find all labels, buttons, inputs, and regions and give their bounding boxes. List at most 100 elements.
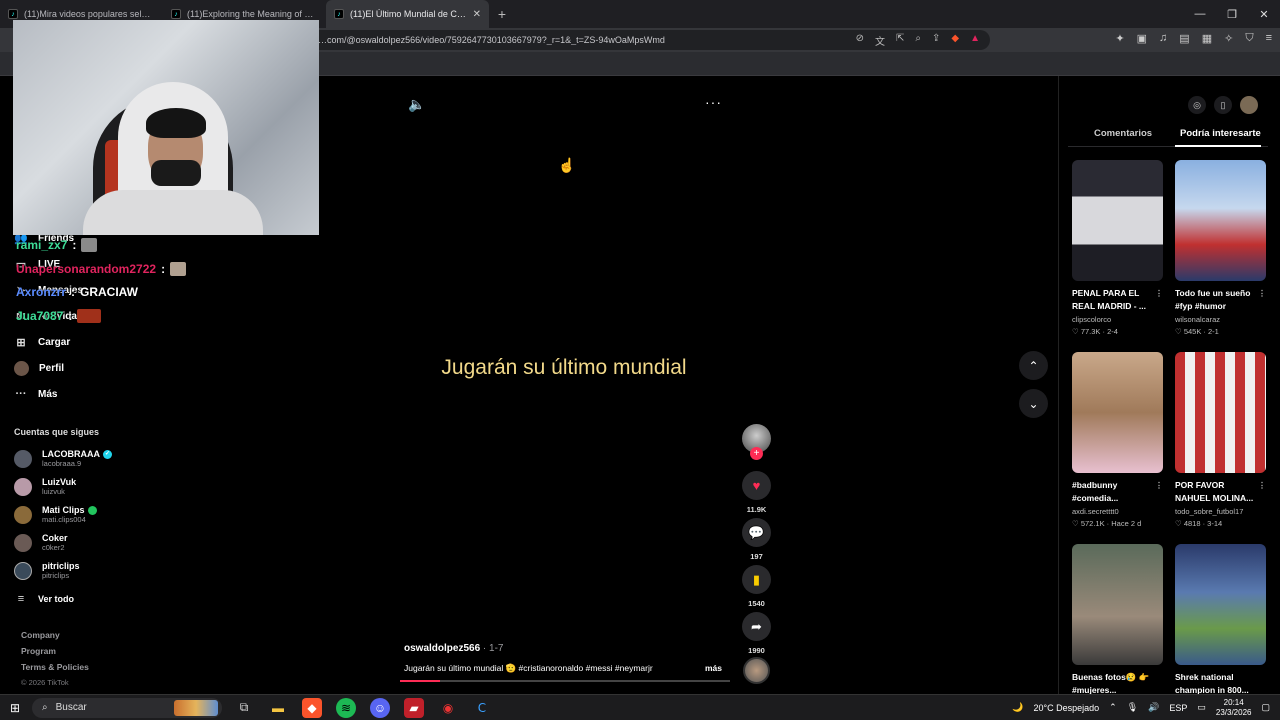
weather-icon: 🌙 <box>1012 702 1024 712</box>
sidebar-item-more[interactable]: ··· Más <box>14 387 58 401</box>
network-icon[interactable]: ▭ <box>1197 702 1206 713</box>
comment-button[interactable]: 💬 197 <box>742 518 771 561</box>
following-item[interactable]: LuizVuk luizvuk <box>14 477 76 496</box>
windows-start-icon[interactable]: ⊞ <box>0 701 30 715</box>
close-window-icon[interactable]: ✕ <box>1248 0 1280 28</box>
previous-video-button[interactable]: ⌃ <box>1019 351 1048 380</box>
task-view-icon[interactable]: ⧉ <box>234 698 254 718</box>
card-meta: ♡ 572.1K · Hace 2 d <box>1072 519 1142 528</box>
card-user: axdi.secretttt0 <box>1072 507 1119 516</box>
avatar[interactable] <box>1240 96 1258 114</box>
coins-icon[interactable]: ◎ <box>1188 96 1206 114</box>
following-item[interactable]: pitriclips pitriclips <box>14 561 80 580</box>
extensions-icon[interactable]: ✦ <box>1115 32 1124 45</box>
browser-tab-3[interactable]: ♪ (11)El Último Mundial de Cristiano ✕ <box>326 0 489 28</box>
tiktok-favicon-icon: ♪ <box>334 9 344 19</box>
sidebar-toggle-icon[interactable]: ▣ <box>1137 32 1147 45</box>
wallet-icon[interactable]: ▦ <box>1202 32 1212 45</box>
weather-text[interactable]: 20°C Despejado <box>1034 703 1100 713</box>
author-username: oswaldolpez566 <box>404 643 481 654</box>
capcut-icon[interactable]: Ⅽ <box>472 698 492 718</box>
card-menu-icon[interactable]: ⋮ <box>1258 287 1266 300</box>
new-tab-button[interactable]: + <box>489 0 515 28</box>
like-count: 11.9K <box>746 505 767 514</box>
device-icon[interactable]: ▯ <box>1214 96 1232 114</box>
follow-plus-icon[interactable]: + <box>750 447 763 460</box>
see-all-label: Ver todo <box>38 594 75 604</box>
card-likes: 77.3K <box>1080 327 1101 336</box>
following-item[interactable]: LACOBRAAA ✓ lacobraaa.9 <box>14 449 112 468</box>
tray-expand-icon[interactable]: ⌃ <box>1109 702 1117 713</box>
chat-user: Unapersonarandom2722 <box>16 262 157 276</box>
footer-link-company[interactable]: Company <box>21 630 60 640</box>
video-description: Jugarán su último mundial 🫡 #cristianoro… <box>404 663 653 673</box>
see-all-button[interactable]: ≡ Ver todo <box>14 592 74 606</box>
share-arrow-icon: ➦ <box>742 612 771 641</box>
footer-link-terms[interactable]: Terms & Policies <box>21 662 89 672</box>
video-author[interactable]: oswaldolpez566 · 1-7 <box>404 643 503 654</box>
volume-tray-icon[interactable]: 🔊 <box>1148 702 1159 713</box>
obs-icon[interactable]: ◉ <box>438 698 458 718</box>
file-explorer-icon[interactable]: ▬ <box>268 698 288 718</box>
following-item[interactable]: Mati Clips mati.clips004 <box>14 505 97 524</box>
verified-badge-icon: ✓ <box>103 449 112 459</box>
save-button[interactable]: ▮ 1540 <box>742 565 771 608</box>
recording-app-icon[interactable]: ▰ <box>404 697 424 718</box>
music-disc-icon[interactable] <box>743 657 770 684</box>
taskbar-search[interactable]: ⌕ Buscar <box>32 697 222 718</box>
suggested-video-card[interactable]: POR FAVOR NAHUEL MOLINA... ⋮ todo_sobre_f… <box>1175 352 1266 528</box>
restore-icon[interactable]: ❐ <box>1216 0 1248 28</box>
video-thumbnail <box>1175 160 1266 281</box>
card-menu-icon[interactable]: ⋮ <box>1155 287 1163 300</box>
avatar <box>14 505 32 524</box>
translate-icon[interactable]: 文 <box>875 33 885 48</box>
tab-comments[interactable]: Comentarios <box>1094 128 1152 139</box>
brave-browser-icon[interactable]: ◆ <box>302 697 322 718</box>
reading-list-icon[interactable]: ▤ <box>1179 32 1189 45</box>
vpn-icon[interactable]: ⛉ <box>1245 32 1253 45</box>
video-progress-bar[interactable] <box>400 680 730 682</box>
next-video-button[interactable]: ⌄ <box>1019 389 1048 418</box>
minimize-icon[interactable]: — <box>1184 0 1216 28</box>
hair <box>146 108 206 138</box>
share-button[interactable]: ➦ 1990 <box>742 612 771 655</box>
show-more-button[interactable]: más <box>705 663 722 673</box>
leo-ai-icon[interactable]: ✧ <box>1224 32 1233 45</box>
close-tab-icon[interactable]: ✕ <box>473 9 481 20</box>
sidebar-item-upload[interactable]: ⊞ Cargar <box>14 335 70 349</box>
suggested-video-card[interactable]: #badbunny #comedia... ⋮ axdi.secretttt0 ♡… <box>1072 352 1163 528</box>
following-item[interactable]: Coker c0ker2 <box>14 533 68 552</box>
zoom-icon[interactable]: ⌕ <box>915 33 921 48</box>
tiktok-favicon-icon: ♪ <box>8 9 18 19</box>
card-menu-icon[interactable]: ⋮ <box>1258 479 1266 492</box>
suggested-video-card[interactable]: Buenas fotos😢 👉 #mujeres... <box>1072 544 1163 697</box>
like-button[interactable]: ♥ 11.9K <box>742 471 771 514</box>
menu-icon[interactable]: ≡ <box>1266 32 1272 45</box>
account-username: luizvuk <box>42 487 65 496</box>
card-menu-icon[interactable]: ⋮ <box>1155 479 1163 492</box>
more-options-icon[interactable]: ··· <box>705 94 722 110</box>
sidebar-item-profile[interactable]: Perfil <box>14 361 64 376</box>
open-external-icon[interactable]: ⇱ <box>896 33 904 48</box>
mute-site-icon[interactable]: ⊘ <box>856 33 864 48</box>
tab-suggested[interactable]: Podría interesarte <box>1180 128 1261 139</box>
suggested-video-card[interactable]: Shrek national champion in 800... <box>1175 544 1266 697</box>
clock[interactable]: 20:14 23/3/2026 <box>1216 698 1252 718</box>
suggested-video-card[interactable]: PENAL PARA EL REAL MADRID - ... ⋮ clipsco… <box>1072 160 1163 336</box>
address-bar[interactable]: …com/@oswaldolpez566/video/7592647730103… <box>300 30 990 50</box>
volume-icon[interactable]: 🔈 <box>408 96 425 113</box>
discord-icon[interactable]: ☺ <box>370 697 390 718</box>
chevron-up-icon: ⌃ <box>1028 358 1039 373</box>
spotify-icon[interactable]: ≋ <box>336 697 356 718</box>
brave-rewards-icon[interactable]: ▲ <box>970 33 980 48</box>
language-indicator[interactable]: ESP <box>1169 703 1187 713</box>
notifications-icon[interactable]: ▢ <box>1261 702 1270 713</box>
video-player[interactable] <box>398 86 730 686</box>
suggested-video-card[interactable]: Todo fue un sueño #fyp #humor ⋮ wilsonalc… <box>1175 160 1266 336</box>
microphone-icon[interactable]: 🎙 <box>1127 702 1138 713</box>
card-meta: ♡ 545K · 2-1 <box>1175 327 1219 336</box>
footer-link-program[interactable]: Program <box>21 646 56 656</box>
brave-shields-icon[interactable]: ◆ <box>951 33 959 48</box>
share-icon[interactable]: ⇪ <box>932 33 940 48</box>
media-icon[interactable]: ♫ <box>1159 32 1167 45</box>
